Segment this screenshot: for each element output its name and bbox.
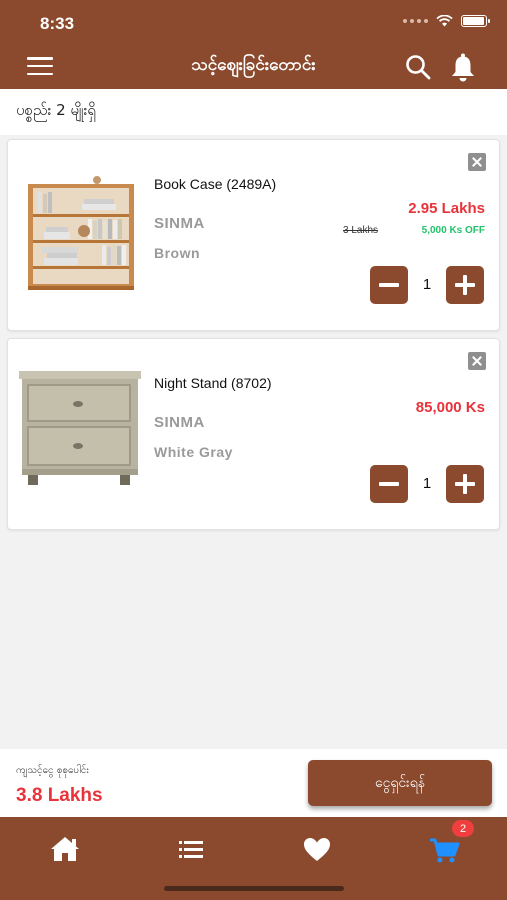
app-header: 8:33 သင့်စျေးခြင်းတောင်း <box>0 0 507 89</box>
status-icons <box>403 15 490 27</box>
quantity-increase-button[interactable] <box>446 266 484 304</box>
item-color: White Gray <box>154 444 233 460</box>
items-count-label: ပစ္စည်း 2 မျိုးရှိ <box>16 101 96 119</box>
item-name: Night Stand (8702) <box>154 375 272 391</box>
quantity-decrease-button[interactable] <box>370 465 408 503</box>
item-color: Brown <box>154 245 201 261</box>
signal-icon <box>403 19 428 23</box>
item-old-price: 3 Lakhs <box>343 225 379 236</box>
status-time: 8:33 <box>40 14 75 33</box>
items-count-bar: ပစ္စည်း 2 မျိုးရှိ <box>0 89 507 135</box>
remove-item-icon[interactable] <box>468 352 486 370</box>
quantity-value: 1 <box>422 276 432 293</box>
item-brand: SINMA <box>154 414 205 431</box>
checkout-button[interactable]: ငွေရှင်းရန် <box>308 760 492 806</box>
remove-item-icon[interactable] <box>468 153 486 171</box>
search-icon[interactable] <box>404 53 432 81</box>
item-discount: 5,000 Ks OFF <box>421 225 485 236</box>
item-price: 2.95 Lakhs <box>408 200 485 217</box>
home-indicator <box>164 886 344 891</box>
total-value: 3.8 Lakhs <box>16 785 103 806</box>
battery-icon <box>461 15 490 27</box>
heart-icon[interactable] <box>297 831 337 867</box>
home-icon[interactable] <box>45 831 85 867</box>
item-name: Book Case (2489A) <box>154 176 277 192</box>
total-label: ကျသင့်ငွေ စုစုပေါင်း <box>16 765 89 776</box>
quantity-increase-button[interactable] <box>446 465 484 503</box>
item-price: 85,000 Ks <box>415 399 485 416</box>
cart-item-card: Night Stand (8702) SINMA White Gray 85,0… <box>7 338 500 530</box>
total-bar: ကျသင့်ငွေ စုစုပေါင်း 3.8 Lakhs ငွေရှင်းရ… <box>0 749 507 817</box>
wifi-icon <box>436 15 453 27</box>
bell-icon[interactable] <box>449 52 477 82</box>
quantity-value: 1 <box>422 475 432 492</box>
bookcase-image <box>28 176 134 290</box>
quantity-decrease-button[interactable] <box>370 266 408 304</box>
bottom-nav: 2 <box>0 817 507 900</box>
nightstand-image <box>19 371 141 485</box>
list-icon[interactable] <box>171 831 211 867</box>
cart-item-card: Book Case (2489A) SINMA Brown 2.95 Lakhs… <box>7 139 500 331</box>
item-brand: SINMA <box>154 215 205 232</box>
cart-count-badge: 2 <box>452 820 474 837</box>
